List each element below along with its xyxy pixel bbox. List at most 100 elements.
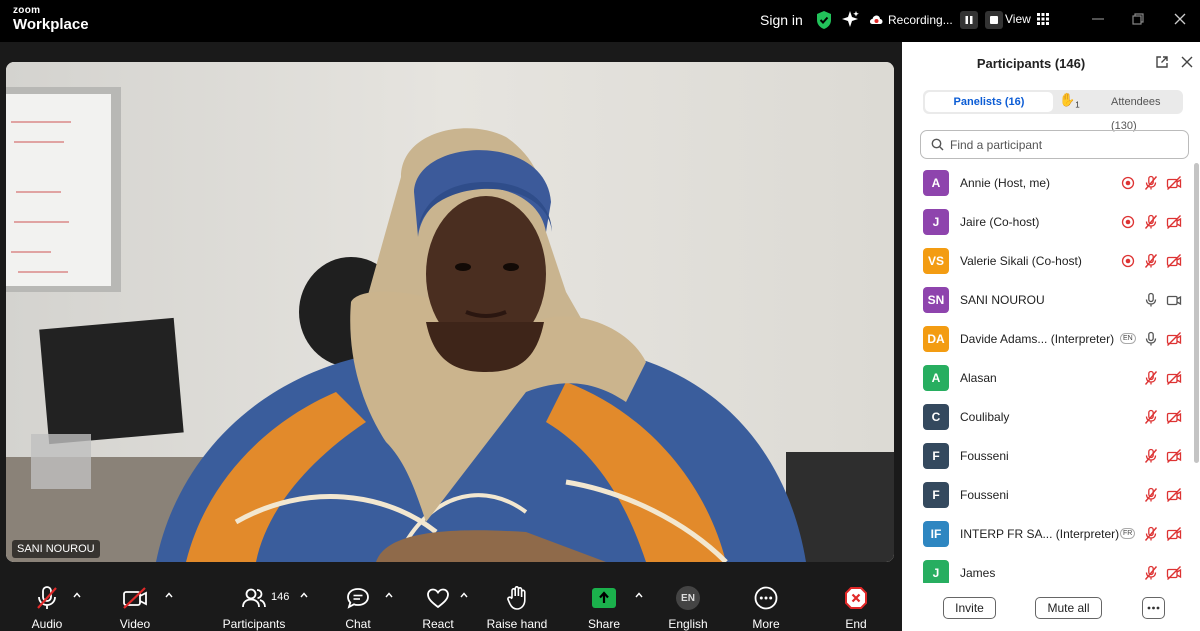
recording-indicator: Recording...: [869, 10, 1003, 30]
interpreter-language-badge: FR: [1120, 528, 1136, 539]
chat-icon: [347, 588, 369, 609]
participant-row[interactable]: C Coulibaly: [902, 397, 1192, 436]
share-label: Share: [587, 617, 621, 631]
sign-in-link[interactable]: Sign in: [760, 12, 803, 28]
participant-avatar: J: [923, 559, 949, 583]
participant-row[interactable]: F Fousseni: [902, 436, 1192, 475]
zoom-window: zoom Workplace Sign in Recording... View…: [0, 0, 1200, 631]
participant-row[interactable]: A Alasan: [902, 358, 1192, 397]
microphone-muted-icon[interactable]: [1143, 253, 1159, 269]
participant-row[interactable]: J James: [902, 553, 1192, 583]
audio-options-chevron-up-icon[interactable]: [72, 591, 82, 599]
ellipsis-icon: [1147, 606, 1160, 610]
participant-list-scrollbar[interactable]: [1194, 163, 1199, 463]
participant-avatar: F: [923, 442, 949, 469]
microphone-muted-icon[interactable]: [1143, 214, 1159, 230]
end-label: End: [845, 617, 867, 631]
camera-off-icon[interactable]: [1166, 448, 1182, 464]
chat-label: Chat: [345, 617, 371, 631]
participant-name: INTERP FR SA... (Interpreter): [960, 526, 1120, 541]
microphone-muted-icon[interactable]: [1143, 526, 1159, 542]
camera-off-icon[interactable]: [1166, 331, 1182, 347]
raised-hands-indicator[interactable]: ✋1: [1059, 92, 1080, 110]
react-options-chevron-up-icon[interactable]: [459, 591, 469, 599]
camera-icon[interactable]: [1166, 292, 1182, 308]
camera-off-icon[interactable]: [1166, 253, 1182, 269]
microphone-muted-icon[interactable]: [1143, 487, 1159, 503]
participant-name: Davide Adams... (Interpreter): [960, 331, 1115, 346]
participant-count-badge: 146: [271, 591, 290, 603]
end-meeting-icon: [845, 587, 867, 609]
microphone-icon[interactable]: [1143, 292, 1159, 308]
participant-avatar: VS: [923, 247, 949, 274]
participants-button[interactable]: Participants: [222, 577, 286, 631]
participant-row[interactable]: DA Davide Adams... (Interpreter) EN: [902, 319, 1192, 358]
share-screen-icon: [592, 588, 616, 608]
participant-row[interactable]: A Annie (Host, me): [902, 163, 1192, 202]
cloud-recording-icon: [870, 15, 883, 24]
share-options-chevron-up-icon[interactable]: [634, 591, 644, 599]
raise-hand-label: Raise hand: [486, 617, 548, 631]
participant-name: Fousseni: [960, 487, 1009, 502]
microphone-muted-icon[interactable]: [1143, 370, 1159, 386]
microphone-muted-icon[interactable]: [1143, 409, 1159, 425]
camera-off-icon[interactable]: [1166, 526, 1182, 542]
maximize-icon[interactable]: [1130, 11, 1146, 27]
camera-off-icon[interactable]: [1166, 370, 1182, 386]
camera-off-icon[interactable]: [1166, 487, 1182, 503]
speaker-video-frame: [6, 62, 894, 562]
pop-out-icon[interactable]: [1155, 55, 1169, 69]
participant-avatar: IF: [923, 520, 949, 547]
microphone-muted-icon[interactable]: [1143, 175, 1159, 191]
recording-label: Recording...: [888, 13, 953, 27]
close-window-icon[interactable]: [1172, 11, 1188, 27]
video-label: Video: [119, 617, 151, 631]
stop-recording-button[interactable]: [984, 11, 1003, 29]
mute-all-button[interactable]: Mute all: [1035, 597, 1102, 619]
view-menu-button[interactable]: View: [1005, 12, 1049, 26]
pause-icon: [965, 16, 973, 24]
ai-companion-sparkle-icon[interactable]: [841, 10, 860, 29]
audio-button[interactable]: Audio: [28, 577, 66, 631]
microphone-muted-icon[interactable]: [1143, 565, 1159, 581]
recording-status-icon[interactable]: [1120, 214, 1136, 230]
camera-off-icon[interactable]: [1166, 409, 1182, 425]
raise-hand-button[interactable]: Raise hand: [486, 577, 548, 631]
recording-status-icon[interactable]: [1120, 175, 1136, 191]
end-meeting-button[interactable]: End: [838, 577, 874, 631]
recording-status-icon[interactable]: [1120, 253, 1136, 269]
tab-panelists[interactable]: Panelists (16): [925, 92, 1053, 112]
participant-search[interactable]: [920, 130, 1189, 159]
participant-avatar: C: [923, 403, 949, 430]
participant-row[interactable]: SN SANI NOUROU: [902, 280, 1192, 319]
security-shield-icon[interactable]: [815, 10, 833, 30]
video-options-chevron-up-icon[interactable]: [164, 591, 174, 599]
video-button[interactable]: Video: [116, 577, 154, 631]
minimize-icon[interactable]: [1090, 11, 1106, 27]
chat-button[interactable]: Chat: [340, 577, 376, 631]
more-options-button[interactable]: [1142, 597, 1165, 619]
search-input[interactable]: [950, 137, 1170, 152]
participants-icon: [242, 588, 266, 608]
pause-recording-button[interactable]: [959, 11, 978, 29]
microphone-muted-icon[interactable]: [1143, 448, 1159, 464]
language-interpretation-button[interactable]: EN English: [666, 577, 710, 631]
active-speaker-video[interactable]: SANI NOUROU: [6, 62, 894, 562]
logo-large-text: Workplace: [13, 16, 89, 33]
share-button[interactable]: Share: [586, 577, 622, 631]
participant-row[interactable]: F Fousseni: [902, 475, 1192, 514]
close-panel-icon[interactable]: [1181, 56, 1193, 68]
participant-row[interactable]: J Jaire (Co-host): [902, 202, 1192, 241]
more-button[interactable]: More: [748, 577, 784, 631]
participant-row[interactable]: IF INTERP FR SA... (Interpreter) FR: [902, 514, 1192, 553]
microphone-icon[interactable]: [1143, 331, 1159, 347]
react-button[interactable]: React: [418, 577, 458, 631]
camera-off-icon[interactable]: [1166, 175, 1182, 191]
chat-options-chevron-up-icon[interactable]: [384, 591, 394, 599]
participant-row[interactable]: VS Valerie Sikali (Co-host): [902, 241, 1192, 280]
top-bar: zoom Workplace Sign in Recording... View: [0, 0, 1200, 42]
participants-options-chevron-up-icon[interactable]: [299, 591, 309, 599]
invite-button[interactable]: Invite: [943, 597, 996, 619]
camera-off-icon[interactable]: [1166, 214, 1182, 230]
camera-off-icon[interactable]: [1166, 565, 1182, 581]
